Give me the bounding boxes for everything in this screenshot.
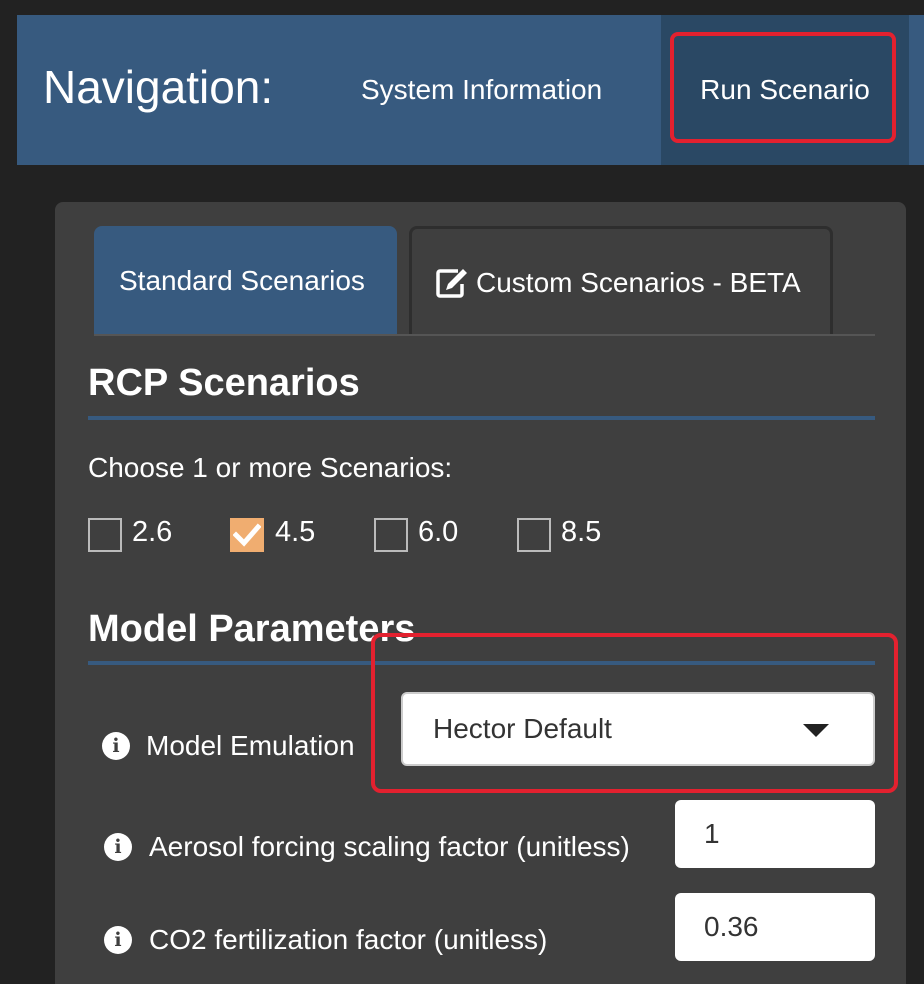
checkbox-rcp-4-5[interactable] bbox=[230, 518, 264, 552]
checkbox-label-4-5[interactable]: 4.5 bbox=[275, 516, 315, 549]
nav-item-system-information[interactable]: System Information bbox=[361, 15, 602, 165]
co2-label: CO2 fertilization factor (unitless) bbox=[149, 924, 548, 955]
tab-custom-scenarios[interactable]: Custom Scenarios - BETA bbox=[409, 226, 833, 336]
model-emulation-value: Hector Default bbox=[433, 713, 612, 744]
model-emulation-label: Model Emulation bbox=[146, 730, 355, 761]
aerosol-label: Aerosol forcing scaling factor (unitless… bbox=[149, 831, 630, 862]
rcp-scenarios-heading: RCP Scenarios bbox=[88, 362, 360, 404]
tabs-divider bbox=[94, 334, 875, 336]
model-heading-rule bbox=[88, 661, 875, 665]
checkbox-rcp-8-5[interactable] bbox=[517, 518, 551, 552]
checkmark-icon bbox=[233, 523, 261, 547]
model-emulation-select[interactable]: Hector Default bbox=[401, 692, 875, 766]
rcp-heading-rule bbox=[88, 416, 875, 420]
checkbox-label-6-0[interactable]: 6.0 bbox=[418, 516, 458, 549]
co2-input[interactable] bbox=[675, 893, 875, 961]
nav-item-run-scenario[interactable]: Run Scenario bbox=[661, 15, 909, 165]
caret-down-icon bbox=[803, 724, 829, 737]
checkbox-rcp-6-0[interactable] bbox=[374, 518, 408, 552]
edit-icon bbox=[436, 268, 467, 298]
navbar: Navigation: System Information Run Scena… bbox=[17, 15, 924, 165]
checkbox-label-2-6[interactable]: 2.6 bbox=[132, 516, 172, 549]
checkbox-label-8-5[interactable]: 8.5 bbox=[561, 516, 601, 549]
tab-custom-label: Custom Scenarios - BETA bbox=[476, 266, 801, 298]
tab-standard-label: Standard Scenarios bbox=[119, 265, 365, 296]
checkbox-rcp-2-6[interactable] bbox=[88, 518, 122, 552]
scenario-prompt: Choose 1 or more Scenarios: bbox=[88, 452, 453, 483]
tab-standard-scenarios[interactable]: Standard Scenarios bbox=[94, 226, 397, 336]
info-icon[interactable]: i bbox=[104, 833, 132, 861]
info-icon[interactable]: i bbox=[104, 926, 132, 954]
aerosol-input[interactable] bbox=[675, 800, 875, 868]
navbar-brand: Navigation: bbox=[43, 61, 274, 113]
model-parameters-heading: Model Parameters bbox=[88, 608, 416, 650]
info-icon[interactable]: i bbox=[102, 732, 130, 760]
